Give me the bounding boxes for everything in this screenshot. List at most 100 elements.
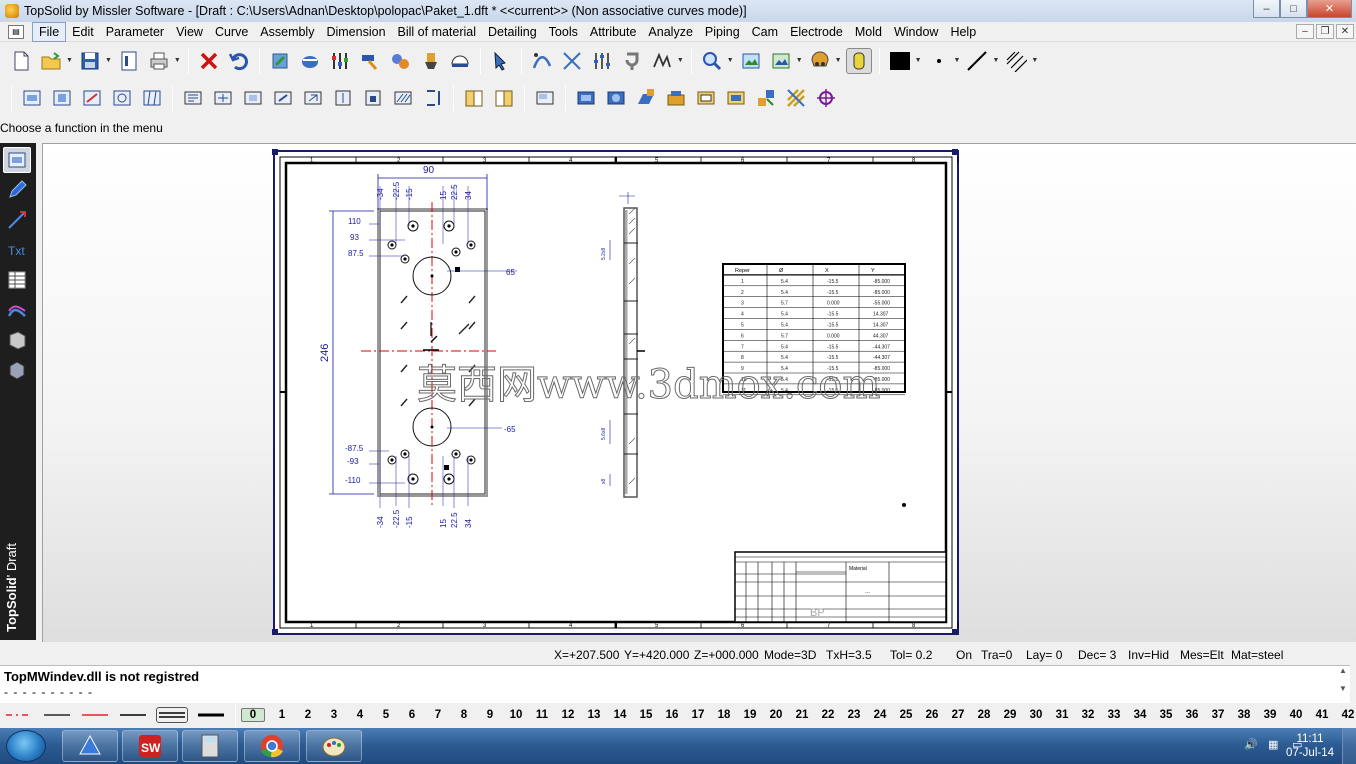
window-titlebar[interactable]: TopSolid by Missler Software - [Draft : … (0, 0, 1356, 22)
layer-button-35[interactable]: 35 (1153, 709, 1179, 721)
maximize-button[interactable]: □ (1280, 0, 1307, 18)
layer-button-31[interactable]: 31 (1049, 709, 1075, 721)
undo-icon[interactable] (226, 48, 252, 74)
curve-tool-icon[interactable] (529, 48, 555, 74)
layer-button-27[interactable]: 27 (945, 709, 971, 721)
hook-icon[interactable] (619, 48, 645, 74)
layer-button-32[interactable]: 32 (1075, 709, 1101, 721)
doc-restore-button[interactable]: ❐ (1316, 24, 1334, 39)
render-mode-icon[interactable] (807, 48, 833, 74)
broken-view-icon[interactable] (139, 85, 165, 111)
component-icon[interactable] (417, 48, 443, 74)
dimension-tool-icon[interactable] (3, 207, 31, 233)
zoom-icon[interactable] (699, 48, 725, 74)
layer-button-8[interactable]: 8 (451, 709, 477, 721)
cross-hatch-view-icon[interactable] (783, 85, 809, 111)
main-view-icon[interactable] (19, 85, 45, 111)
layer-button-28[interactable]: 28 (971, 709, 997, 721)
save-dropdown-icon[interactable]: ▼ (105, 57, 112, 64)
menu-attribute[interactable]: Attribute (584, 23, 643, 41)
status-inv[interactable]: Inv=Hid (1128, 648, 1169, 662)
line-style-icon[interactable] (964, 48, 990, 74)
menu-parameter[interactable]: Parameter (100, 23, 170, 41)
menu-piping[interactable]: Piping (699, 23, 746, 41)
detailing-tool-icon[interactable] (3, 297, 31, 323)
target-icon[interactable] (813, 85, 839, 111)
drawing-canvas[interactable]: 1122334455667788 90 -34 -22.5 -15 15 22.5 34 … (42, 143, 1356, 642)
layer-button-23[interactable]: 23 (841, 709, 867, 721)
view-stack-icon[interactable] (420, 85, 446, 111)
line-style-thick-icon[interactable] (196, 707, 226, 723)
status-txh[interactable]: TxH=3.5 (826, 648, 872, 662)
layer-button-37[interactable]: 37 (1205, 709, 1231, 721)
layer-button-25[interactable]: 25 (893, 709, 919, 721)
layer-button-24[interactable]: 24 (867, 709, 893, 721)
status-tra[interactable]: Tra=0 (981, 648, 1012, 662)
shape-tool-icon[interactable] (3, 327, 31, 353)
sketch-icon[interactable] (649, 48, 675, 74)
view-image-icon[interactable] (768, 48, 794, 74)
print-icon[interactable] (146, 48, 172, 74)
status-dec[interactable]: Dec= 3 (1078, 648, 1116, 662)
sketch-dropdown-icon[interactable]: ▼ (677, 57, 684, 64)
taskbar-solidworks-app[interactable]: SW (122, 730, 178, 762)
status-mes[interactable]: Mes=Elt (1180, 648, 1224, 662)
drawing-mode-icon[interactable] (297, 48, 323, 74)
zoom-fit-icon[interactable] (738, 48, 764, 74)
status-tol[interactable]: Tol= 0.2 (890, 648, 932, 662)
taskbar-chrome-app[interactable] (244, 730, 300, 762)
open-dropdown-icon[interactable]: ▼ (66, 57, 73, 64)
doc-minimize-button[interactable]: – (1296, 24, 1314, 39)
layer-button-19[interactable]: 19 (737, 709, 763, 721)
bill-of-material-tool-icon[interactable] (3, 267, 31, 293)
layer-button-30[interactable]: 30 (1023, 709, 1049, 721)
layer-button-2[interactable]: 2 (295, 709, 321, 721)
book-open-icon[interactable] (491, 85, 517, 111)
book-icon[interactable] (461, 85, 487, 111)
layer-button-36[interactable]: 36 (1179, 709, 1205, 721)
cylinder-icon[interactable] (845, 47, 872, 74)
view-rotate-icon[interactable] (270, 85, 296, 111)
status-on[interactable]: On (956, 648, 972, 662)
menu-analyze[interactable]: Analyze (642, 23, 698, 41)
draft-view-tool-icon[interactable] (3, 147, 31, 173)
layer-button-29[interactable]: 29 (997, 709, 1023, 721)
trim-icon[interactable] (559, 48, 585, 74)
menu-help[interactable]: Help (944, 23, 982, 41)
status-mat[interactable]: Mat=steel (1231, 648, 1283, 662)
layer-button-4[interactable]: 4 (347, 709, 373, 721)
select-cursor-icon[interactable] (488, 48, 514, 74)
layer-button-13[interactable]: 13 (581, 709, 607, 721)
auxiliary-view-icon[interactable] (49, 85, 75, 111)
layer-button-18[interactable]: 18 (711, 709, 737, 721)
parameters-icon[interactable] (327, 48, 353, 74)
layer-button-20[interactable]: 20 (763, 709, 789, 721)
open-folder-icon[interactable] (38, 48, 64, 74)
layer-button-42[interactable]: 42 (1335, 709, 1356, 721)
menu-curve[interactable]: Curve (209, 23, 254, 41)
menu-bill-of-material[interactable]: Bill of material (392, 23, 483, 41)
section-view-icon[interactable] (79, 85, 105, 111)
close-button[interactable]: ✕ (1307, 0, 1352, 18)
line-style-solid-red-icon[interactable] (80, 707, 110, 723)
document-icon[interactable]: ▤ (8, 24, 24, 39)
taskbar-topsolid-app[interactable] (62, 730, 118, 762)
view-frame-icon[interactable] (330, 85, 356, 111)
layer-button-16[interactable]: 16 (659, 709, 685, 721)
doc-close-button[interactable]: ✕ (1336, 24, 1354, 39)
status-mode[interactable]: Mode=3D (764, 648, 816, 662)
pencil-tool-icon[interactable] (3, 177, 31, 203)
shaded-view-2-icon[interactable] (603, 85, 629, 111)
menu-assembly[interactable]: Assembly (254, 23, 320, 41)
color-swatch-icon[interactable] (887, 48, 913, 74)
render-dropdown-icon[interactable]: ▼ (835, 57, 842, 64)
taskbar-clock[interactable]: 11:11 07-Jul-14 (1286, 732, 1334, 760)
layer-button-40[interactable]: 40 (1283, 709, 1309, 721)
assembly-icon[interactable] (387, 48, 413, 74)
start-button[interactable] (6, 730, 46, 762)
status-lay[interactable]: Lay= 0 (1026, 648, 1062, 662)
menu-view[interactable]: View (170, 23, 209, 41)
layer-button-21[interactable]: 21 (789, 709, 815, 721)
taskbar-paint-app[interactable] (306, 730, 362, 762)
menu-tools[interactable]: Tools (543, 23, 584, 41)
